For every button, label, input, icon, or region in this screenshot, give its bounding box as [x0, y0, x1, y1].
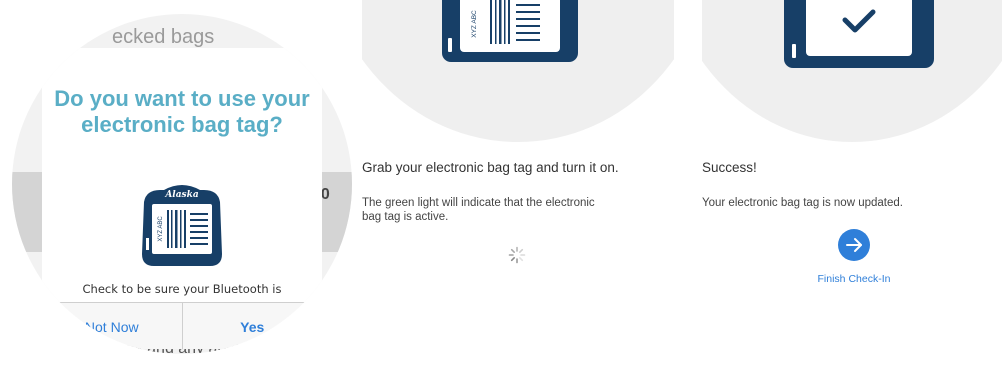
tag-display-window [806, 0, 912, 56]
dialog-message-line1: Check to be sure your Bluetooth is [82, 282, 282, 296]
dialog-title-line2: electronic bag tag? [81, 112, 283, 137]
barcode-icon: XYZ ABC [471, 0, 540, 44]
tag-notch [448, 38, 452, 52]
background-checked-bags-text: ecked bags [112, 26, 215, 48]
electronic-bag-tag-icon: Alaska XYZ ABC [142, 185, 222, 266]
yes-button[interactable]: Yes [181, 303, 323, 349]
tag-illustration-area [702, 0, 1002, 142]
success-message: Your electronic bag tag is now updated. [702, 197, 903, 209]
tag-code-text: XYZ ABC [158, 216, 164, 242]
instruction-heading: Grab your electronic bag tag and turn it… [362, 160, 619, 175]
instruction-body-line2: bag tag is active. [362, 211, 449, 223]
dialog-title-line1: Do you want to use your [54, 86, 310, 111]
not-now-button[interactable]: Not Now [42, 303, 182, 349]
tag-illustration-area: XYZ ABC [362, 0, 674, 142]
instruction-body: The green light will indicate that the e… [362, 196, 662, 224]
finish-check-in-label[interactable]: Finish Check-In [784, 273, 924, 285]
success-screen: Success! Your electronic bag tag is now … [702, 0, 1002, 365]
bag-tag-illustration: XYZ ABC [442, 0, 578, 62]
instruction-body-line1: The green light will indicate that the e… [362, 197, 595, 209]
tag-code-text: XYZ ABC [471, 10, 478, 38]
bag-tag-dialog-screen: ecked bags 00 bags and any applica Do yo… [12, 14, 352, 354]
arrow-right-icon [846, 238, 862, 252]
finish-check-in-button[interactable] [838, 229, 870, 261]
turn-on-tag-screen: XYZ ABC Grab your electronic bag tag and… [362, 0, 674, 365]
dialog-title: Do you want to use your electronic bag t… [42, 86, 322, 138]
checkmark-icon [842, 9, 876, 33]
alaska-logo: Alaska [164, 190, 199, 200]
spinner-icon [508, 246, 526, 264]
bag-tag-illustration [784, 0, 934, 68]
tag-display-window: XYZ ABC [460, 0, 560, 52]
dialog-button-bar: Not Now Yes [42, 302, 322, 349]
success-heading: Success! [702, 160, 757, 175]
tag-notch [792, 44, 796, 58]
